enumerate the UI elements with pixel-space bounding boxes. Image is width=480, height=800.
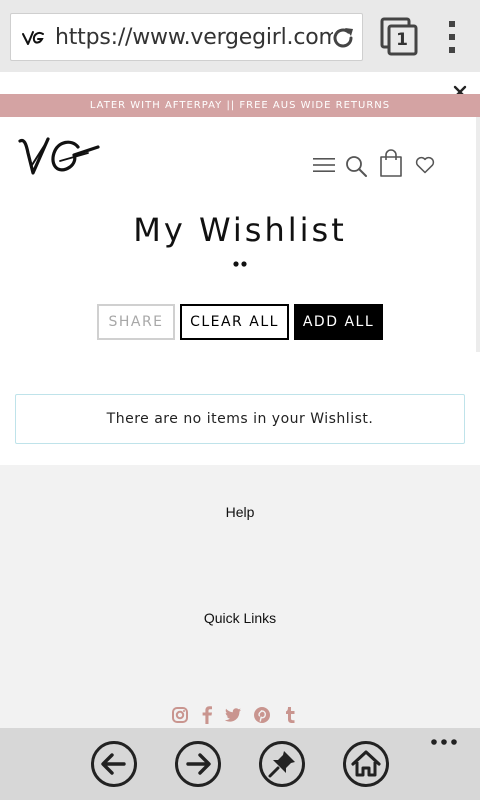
tumblr-icon[interactable] bbox=[281, 705, 299, 725]
browser-bottom-toolbar bbox=[0, 728, 480, 800]
instagram-icon[interactable] bbox=[171, 705, 189, 725]
shopping-bag-icon[interactable] bbox=[378, 149, 404, 177]
add-all-button[interactable]: ADD ALL bbox=[294, 304, 383, 340]
site-logo[interactable] bbox=[18, 135, 104, 179]
home-icon[interactable] bbox=[342, 740, 390, 788]
share-button[interactable]: SHARE bbox=[97, 304, 175, 340]
title-decoration bbox=[233, 261, 247, 267]
empty-wishlist-message: There are no items in your Wishlist. bbox=[15, 394, 465, 444]
address-bar[interactable]: https://www.vergegirl.com/a/wishlist bbox=[10, 13, 363, 61]
back-arrow-icon[interactable] bbox=[90, 740, 138, 788]
heart-icon[interactable] bbox=[415, 156, 435, 174]
promo-banner[interactable]: LATER WITH AFTERPAY || FREE AUS WIDE RET… bbox=[0, 94, 480, 117]
tab-count: 1 bbox=[396, 30, 408, 50]
vertical-dots-icon[interactable] bbox=[440, 20, 464, 54]
forward-arrow-icon[interactable] bbox=[174, 740, 222, 788]
horizontal-dots-icon[interactable] bbox=[430, 737, 458, 747]
pin-icon[interactable] bbox=[258, 740, 306, 788]
hamburger-menu-icon[interactable] bbox=[313, 156, 335, 174]
facebook-icon[interactable] bbox=[198, 705, 216, 725]
footer-quick-links-heading[interactable]: Quick Links bbox=[0, 608, 480, 628]
reload-icon[interactable] bbox=[330, 25, 356, 51]
site-favicon-icon bbox=[22, 31, 44, 45]
clear-all-button[interactable]: CLEAR ALL bbox=[180, 304, 289, 340]
twitter-icon[interactable] bbox=[224, 705, 242, 725]
search-icon[interactable] bbox=[345, 155, 367, 177]
url-text[interactable]: https://www.vergegirl.com/a/wishlist bbox=[55, 24, 333, 52]
pinterest-icon[interactable] bbox=[253, 705, 271, 725]
page-title: My Wishlist bbox=[133, 211, 347, 249]
footer-help-heading[interactable]: Help bbox=[0, 502, 480, 522]
